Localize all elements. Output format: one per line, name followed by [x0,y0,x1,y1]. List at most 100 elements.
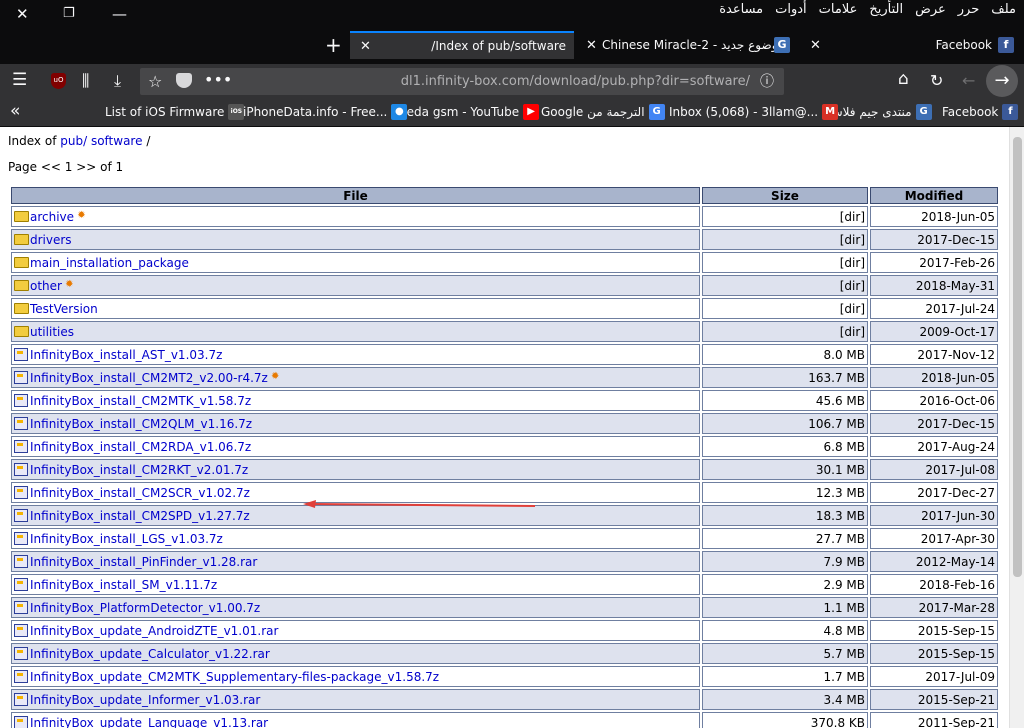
tab-facebook[interactable]: ✕ Facebook f [800,31,1022,59]
file-link[interactable]: InfinityBox_install_PinFinder_v1.28.rar [30,555,257,569]
close-window-icon[interactable]: ✕ [16,5,29,23]
forward-icon[interactable]: → [986,65,1018,97]
folder-icon[interactable] [14,210,29,222]
file-link[interactable]: InfinityBox_update_Calculator_v1.22.rar [30,647,270,661]
archive-file-icon[interactable] [14,623,28,637]
bookmark-item[interactable]: Facebook f [942,104,1019,120]
menu-item[interactable]: ملف [991,2,1016,17]
file-link[interactable]: InfinityBox_install_CM2MT2_v2.00-r4.7z [30,371,268,385]
downloads-icon[interactable]: ⤓ [114,71,121,91]
bookmark-item[interactable]: reda gsm - YouTube ▶ [402,104,540,120]
size-cell: 12.3 MB [702,482,868,503]
close-tab-icon[interactable]: ✕ [360,39,371,54]
menu-item[interactable]: أدوات [775,2,807,17]
folder-link[interactable]: archive [30,210,74,224]
file-link[interactable]: InfinityBox_install_SM_v1.11.7z [30,578,217,592]
folder-icon[interactable] [14,302,29,314]
file-link[interactable]: InfinityBox_update_CM2MTK_Supplementary-… [30,670,439,684]
file-link[interactable]: InfinityBox_install_CM2RKT_v2.01.7z [30,463,248,477]
file-link[interactable]: InfinityBox_update_AndroidZTE_v1.01.rar [30,624,278,638]
new-tab-icon[interactable]: + [325,33,342,57]
site-info-icon[interactable]: ⓘ [760,71,774,91]
file-link[interactable]: InfinityBox_install_CM2QLM_v1.16.7z [30,417,252,431]
bookmark-item[interactable]: Inbox (5,068) - 3llam@... M [669,104,839,120]
column-header-file[interactable]: File [11,187,700,204]
folder-icon[interactable] [14,233,29,245]
page-actions-icon[interactable]: ••• [204,70,232,89]
archive-file-icon[interactable] [14,416,28,430]
archive-file-icon[interactable] [14,554,28,568]
bookmark-item[interactable]: Google الترجمة من G [541,104,665,120]
archive-file-icon[interactable] [14,531,28,545]
back-icon[interactable]: ← [962,71,975,90]
folder-link[interactable]: main_installation_package [30,256,189,270]
restore-window-icon[interactable]: ❐ [63,6,75,21]
column-header-modified[interactable]: Modified [870,187,998,204]
archive-file-icon[interactable] [14,347,28,361]
menu-item[interactable]: مساعدة [719,2,763,17]
ublock-icon[interactable]: uO [51,73,66,89]
modified-cell: 2018-Jun-05 [870,367,998,388]
url-bar[interactable]: ☆ ••• dl1.infinity-box.com/download/pub.… [140,68,784,95]
file-link[interactable]: InfinityBox_install_AST_v1.03.7z [30,348,222,362]
archive-file-icon[interactable] [14,370,28,384]
archive-file-icon[interactable] [14,600,28,614]
archive-file-icon[interactable] [14,439,28,453]
tab-chinese-miracle[interactable]: ✕ Chinese Miracle-2 - وضوع جديد G [580,31,794,59]
library-icon[interactable]: ⫼ [82,71,89,91]
file-link[interactable]: InfinityBox_install_CM2MTK_v1.58.7z [30,394,251,408]
folder-link[interactable]: TestVersion [30,302,98,316]
bookmark-star-icon[interactable]: ☆ [148,72,162,91]
tab-index-of-pub[interactable]: ✕ /Index of pub/software [350,31,574,59]
archive-file-icon[interactable] [14,393,28,407]
table-row: InfinityBox_update_CM2MTK_Supplementary-… [11,666,998,687]
breadcrumb-link-software[interactable]: software [91,134,143,148]
archive-file-icon[interactable] [14,577,28,591]
column-header-size[interactable]: Size [702,187,868,204]
home-icon[interactable]: ⌂ [898,69,909,89]
file-cell: archive ✹ [11,206,700,227]
file-link[interactable]: InfinityBox_update_Language_v1.13.rar [30,716,268,728]
menu-item[interactable]: التأريخ [869,2,903,17]
breadcrumb-link-pub[interactable]: pub/ [60,134,87,148]
size-cell: [dir] [702,321,868,342]
close-tab-icon[interactable]: ✕ [810,38,821,53]
chevron-left-icon[interactable]: « [10,101,20,121]
file-link[interactable]: InfinityBox_install_CM2SCR_v1.02.7z [30,486,250,500]
archive-file-icon[interactable] [14,669,28,683]
folder-link[interactable]: utilities [30,325,74,339]
file-link[interactable]: InfinityBox_PlatformDetector_v1.00.7z [30,601,260,615]
archive-file-icon[interactable] [14,462,28,476]
menu-item[interactable]: عرض [915,2,946,17]
vertical-scrollbar[interactable] [1009,127,1024,728]
archive-file-icon[interactable] [14,485,28,499]
file-listing-table: File Size Modified archive ✹ [dir] 2018-Ju… [9,185,1000,728]
menu-item[interactable]: علامات [819,2,858,17]
archive-file-icon[interactable] [14,646,28,660]
bookmark-item[interactable]: iPhoneData.info - Free... ● [243,104,408,120]
folder-icon[interactable] [14,325,29,337]
new-badge-icon: ✹ [74,209,86,221]
minimize-window-icon[interactable]: — [112,5,127,23]
reload-icon[interactable]: ↻ [930,71,943,90]
bookmark-item[interactable]: List of iOS Firmware iOS [105,104,245,120]
file-link[interactable]: InfinityBox_install_LGS_v1.03.7z [30,532,223,546]
url-text[interactable]: dl1.infinity-box.com/download/pub.php?di… [401,74,750,89]
folder-icon[interactable] [14,256,29,268]
close-tab-icon[interactable]: ✕ [586,38,597,53]
folder-icon[interactable] [14,279,29,291]
folder-link[interactable]: other [30,279,62,293]
archive-file-icon[interactable] [14,508,28,522]
file-link[interactable]: InfinityBox_install_CM2SPD_v1.27.7z [30,509,250,523]
scrollbar-thumb[interactable] [1013,137,1022,577]
new-badge-icon: ✹ [267,370,280,382]
file-link[interactable]: InfinityBox_update_Informer_v1.03.rar [30,693,260,707]
file-link[interactable]: InfinityBox_install_CM2RDA_v1.06.7z [30,440,251,454]
menu-item[interactable]: حرر [958,2,980,17]
bookmark-item[interactable]: منتدى جيم فلاش G [828,104,932,120]
archive-file-icon[interactable] [14,715,28,728]
pocket-icon[interactable] [176,73,192,88]
hamburger-menu-icon[interactable]: ☰ [12,70,27,90]
archive-file-icon[interactable] [14,692,28,706]
folder-link[interactable]: drivers [30,233,72,247]
